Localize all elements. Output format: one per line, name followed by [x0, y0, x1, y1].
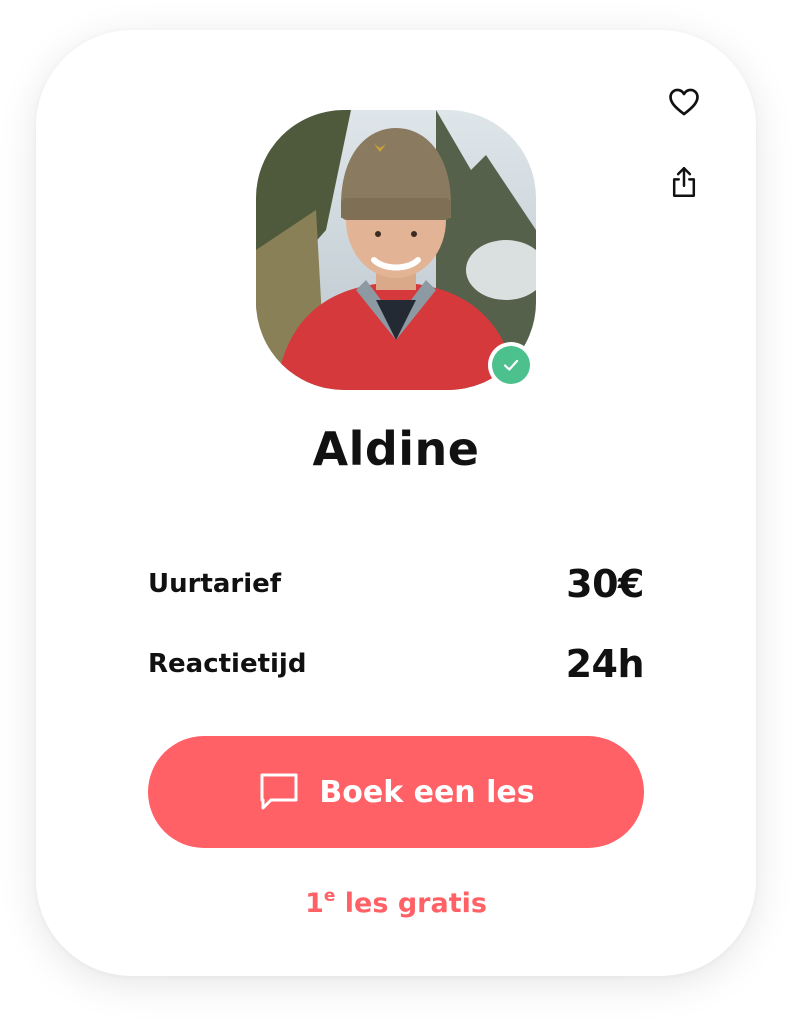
share-button[interactable]: [660, 158, 708, 206]
heart-icon: [669, 88, 699, 116]
chat-bubble-icon: [260, 773, 298, 810]
favorite-button[interactable]: [660, 78, 708, 126]
stat-row-response-time: Reactietijd 24h: [148, 640, 645, 688]
promo-superscript: e: [323, 886, 336, 906]
share-icon: [672, 167, 696, 197]
stat-label: Reactietijd: [148, 649, 307, 679]
check-icon: [503, 359, 519, 371]
stat-value: 24h: [565, 642, 645, 686]
tutor-card: Aldine Uurtarief 30€ Reactietijd 24h Boe…: [36, 30, 756, 976]
stat-label: Uurtarief: [148, 569, 282, 599]
stat-row-rate: Uurtarief 30€: [148, 560, 644, 608]
book-lesson-label: Boek een les: [319, 774, 535, 810]
verified-dot: [492, 346, 530, 384]
promo-number: 1: [305, 888, 324, 919]
avatar-container: [256, 110, 536, 390]
tutor-name: Aldine: [312, 422, 480, 476]
book-lesson-button[interactable]: Boek een les: [148, 736, 644, 848]
verified-badge: [488, 342, 534, 388]
free-lesson-promo: 1e les gratis: [36, 886, 756, 919]
promo-text: les gratis: [335, 888, 487, 919]
stat-value: 30€: [566, 562, 644, 606]
